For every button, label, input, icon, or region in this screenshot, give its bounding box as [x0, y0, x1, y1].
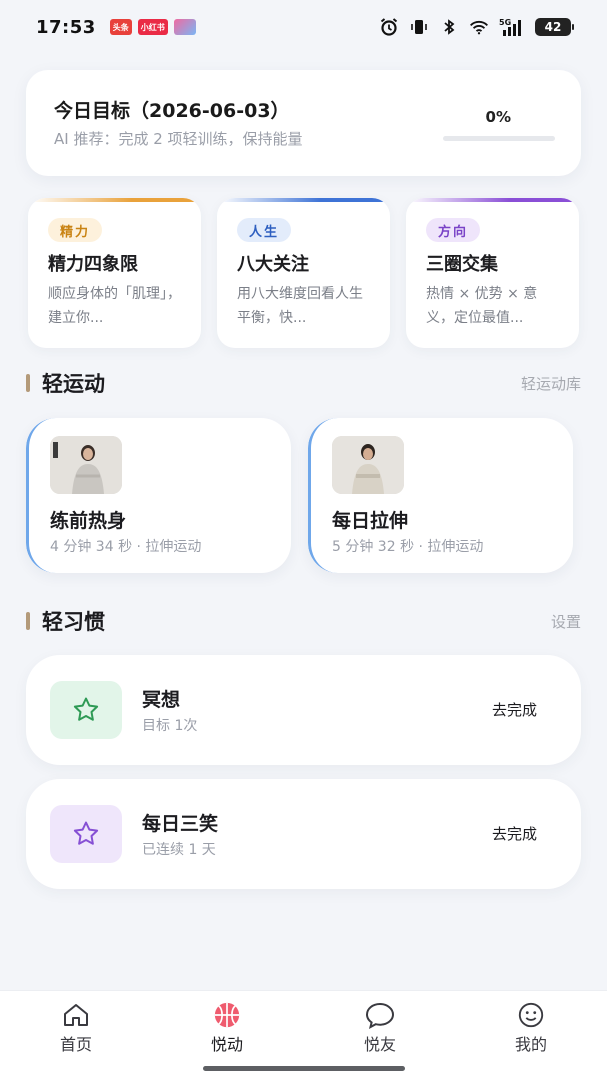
home-icon — [59, 1001, 93, 1029]
daily-goal-card[interactable]: 今日目标（2026-06-03） AI 推荐：完成 2 项轻训练，保持能量 0% — [26, 70, 581, 176]
exercise-meta: 4 分钟 34 秒 · 拉伸运动 — [50, 539, 202, 555]
complete-habit-button[interactable]: 去完成 — [492, 823, 537, 844]
goal-progress-bar — [443, 136, 555, 141]
card-accent-line — [217, 198, 390, 202]
feature-tag: 方向 — [426, 218, 481, 242]
daily-goal-title: 今日目标（2026-06-03） — [54, 100, 290, 122]
basketball-icon — [210, 1001, 244, 1029]
exercise-title: 每日拉伸 — [332, 510, 409, 532]
complete-habit-button[interactable]: 去完成 — [492, 699, 537, 720]
habit-name: 冥想 — [142, 689, 181, 711]
signal-5g-icon: 5G — [499, 17, 525, 37]
feature-title: 三圈交集 — [426, 254, 498, 275]
status-bar: 17:53 头条 小红书 5G 42 — [0, 0, 607, 54]
ai-recommendation: AI 推荐：完成 2 项轻训练，保持能量 — [54, 130, 303, 148]
habit-settings-link[interactable]: 设置 — [551, 611, 581, 632]
feature-cards: 精力 精力四象限 顺应身体的「肌理」，建立你... 人生 八大关注 用八大维度回… — [28, 198, 588, 350]
status-time: 17:53 — [36, 16, 96, 38]
toutiao-app-icon: 头条 — [109, 19, 132, 35]
nav-label: 悦动 — [210, 1035, 243, 1054]
feature-description: 热情 × 优势 × 意义，定位最值... — [426, 286, 538, 326]
gallery-app-icon — [173, 19, 196, 35]
habit-card-meditation[interactable]: 冥想 目标 1次 去完成 — [26, 655, 581, 765]
svg-text:5G: 5G — [499, 18, 511, 27]
feature-card-energy[interactable]: 精力 精力四象限 顺应身体的「肌理」，建立你... — [28, 198, 201, 348]
feature-title: 精力四象限 — [48, 254, 138, 275]
nav-tab-friends[interactable]: 悦友 — [330, 1001, 430, 1055]
nav-label: 我的 — [514, 1035, 547, 1054]
home-indicator[interactable] — [203, 1066, 405, 1071]
card-accent-line — [28, 198, 201, 202]
habit-meta: 目标 1次 — [142, 718, 198, 734]
vibrate-icon — [409, 17, 429, 37]
card-accent-line — [406, 198, 579, 202]
exercise-card-warmup[interactable]: 练前热身 4 分钟 34 秒 · 拉伸运动 — [26, 418, 291, 573]
bluetooth-icon — [439, 17, 459, 37]
xiaohongshu-app-icon: 小红书 — [137, 19, 168, 35]
light-exercise-header: 轻运动 轻运动库 — [26, 368, 581, 398]
exercise-card-stretch[interactable]: 每日拉伸 5 分钟 32 秒 · 拉伸运动 — [308, 418, 573, 573]
smile-face-icon — [514, 1001, 548, 1029]
nav-label: 悦友 — [363, 1035, 396, 1054]
habit-card-daily-laugh[interactable]: 每日三笑 已连续 1 天 去完成 — [26, 779, 581, 889]
exercise-thumbnail — [50, 436, 122, 494]
nav-tab-yuedong[interactable]: 悦动 — [177, 1001, 277, 1055]
exercise-title: 练前热身 — [50, 510, 127, 532]
star-icon — [50, 805, 122, 863]
habit-name: 每日三笑 — [142, 813, 219, 835]
feature-title: 八大关注 — [237, 254, 309, 275]
feature-description: 顺应身体的「肌理」，建立你... — [48, 286, 181, 326]
feature-description: 用八大维度回看人生平衡，快... — [237, 286, 363, 326]
nav-tab-profile[interactable]: 我的 — [481, 1001, 581, 1055]
alarm-icon — [379, 17, 399, 37]
nav-tab-home[interactable]: 首页 — [26, 1001, 126, 1055]
goal-progress-percent: 0% — [485, 108, 511, 126]
feature-tag: 人生 — [237, 218, 292, 242]
exercise-meta: 5 分钟 32 秒 · 拉伸运动 — [332, 539, 484, 555]
feature-tag: 精力 — [48, 218, 103, 242]
exercise-library-link[interactable]: 轻运动库 — [521, 373, 581, 394]
battery-indicator: 42 — [535, 18, 574, 36]
chat-bubble-icon — [363, 1001, 397, 1029]
light-habit-header: 轻习惯 设置 — [26, 606, 581, 636]
wifi-icon — [469, 17, 489, 37]
feature-card-life[interactable]: 人生 八大关注 用八大维度回看人生平衡，快... — [217, 198, 390, 348]
section-title: 轻运动 — [42, 372, 105, 396]
section-accent-bar — [26, 612, 30, 630]
nav-label: 首页 — [59, 1035, 92, 1054]
habit-meta: 已连续 1 天 — [142, 842, 216, 858]
status-app-icons: 头条 小红书 — [109, 19, 196, 35]
feature-card-direction[interactable]: 方向 三圈交集 热情 × 优势 × 意义，定位最值... — [406, 198, 579, 348]
section-title: 轻习惯 — [42, 610, 105, 634]
status-indicators: 5G 42 — [379, 17, 574, 37]
section-accent-bar — [26, 374, 30, 392]
star-icon — [50, 681, 122, 739]
exercise-thumbnail — [332, 436, 404, 494]
